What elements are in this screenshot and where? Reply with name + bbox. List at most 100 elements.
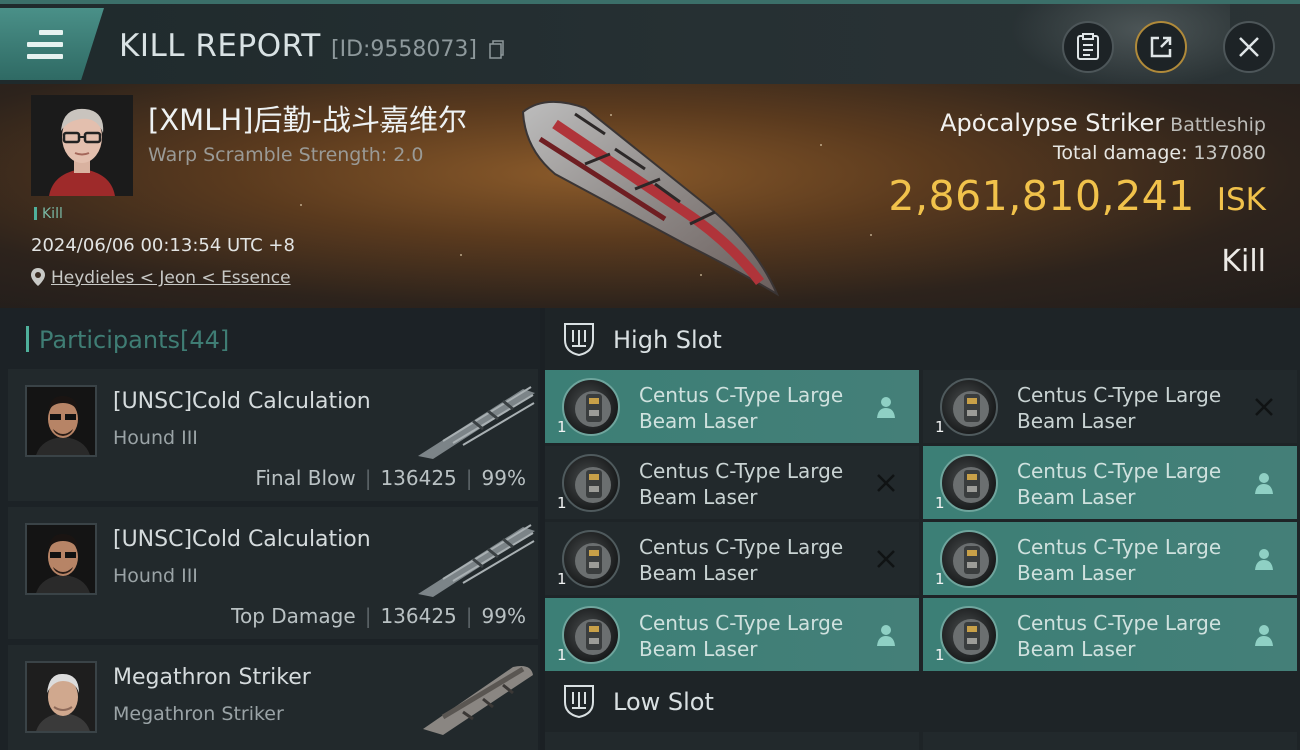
beam-laser-icon bbox=[940, 530, 998, 588]
participant-stats: Top Damage | 136425 | 99% bbox=[231, 604, 526, 628]
module-slot[interactable]: 1 Centus C-Type Large Beam Laser bbox=[923, 446, 1297, 519]
participant-name: [UNSC]Cold Calculation bbox=[113, 389, 371, 414]
module-name-line2: Beam Laser bbox=[639, 409, 758, 433]
module-name: Centus C-Type Large Beam Laser bbox=[1017, 534, 1257, 586]
module-quantity: 1 bbox=[557, 570, 567, 588]
high-slot-label: High Slot bbox=[613, 326, 722, 354]
module-name: Centus C-Type Large Beam Laser bbox=[1017, 382, 1257, 434]
module-slot[interactable]: 1 Centus C-Type Large Beam Laser bbox=[545, 446, 919, 519]
participant-ship: Megathron Striker bbox=[113, 703, 284, 725]
copy-icon[interactable] bbox=[489, 40, 505, 60]
participant-card[interactable]: Megathron Striker Megathron Striker bbox=[8, 645, 538, 750]
module-slot[interactable]: 1 Centus C-Type Large Beam Laser bbox=[923, 522, 1297, 595]
destroyed-x-icon bbox=[877, 550, 895, 568]
participant-avatar bbox=[25, 523, 97, 595]
victim-ship-name[interactable]: Apocalypse Striker Battleship bbox=[940, 109, 1266, 137]
low-slot-header: Low Slot bbox=[545, 670, 1300, 732]
participant-damage: 136425 bbox=[380, 604, 457, 628]
victim-name[interactable]: [XMLH]后勤-战斗嘉维尔 bbox=[148, 97, 467, 139]
result-label: Kill bbox=[1221, 244, 1266, 279]
module-quantity: 1 bbox=[935, 494, 945, 512]
module-slot[interactable]: 1 Centus C-Type Large Beam Laser bbox=[923, 370, 1297, 443]
module-quantity: 1 bbox=[935, 646, 945, 664]
beam-laser-icon bbox=[562, 606, 620, 664]
victim-ship-image bbox=[521, 100, 780, 297]
dropped-person-icon bbox=[1255, 473, 1273, 494]
ship-class: Battleship bbox=[1170, 114, 1266, 136]
low-slot-icon bbox=[564, 685, 594, 718]
dropped-person-icon bbox=[877, 625, 895, 646]
participant-ship-image bbox=[418, 386, 535, 459]
module-name: Centus C-Type Large Beam Laser bbox=[639, 382, 879, 434]
high-slot-icon bbox=[564, 323, 594, 356]
participant-percent: 99% bbox=[481, 604, 526, 628]
participant-ship-image bbox=[423, 666, 533, 735]
module-name-line2: Beam Laser bbox=[1017, 485, 1136, 509]
hamburger-icon bbox=[27, 30, 63, 60]
high-slot-header: High Slot bbox=[545, 308, 1300, 370]
kill-badge-label: Kill bbox=[42, 206, 63, 222]
low-slot-label: Low Slot bbox=[613, 688, 714, 716]
report-id: [ID:9558073] bbox=[331, 37, 477, 62]
beam-laser-icon bbox=[562, 378, 620, 436]
close-button[interactable] bbox=[1223, 21, 1275, 73]
location-link[interactable]: Heydieles < Jeon < Essence bbox=[51, 268, 291, 288]
planet-backdrop bbox=[1010, 4, 1230, 88]
participants-panel: Participants[44] [UNSC]Cold Calculation … bbox=[0, 308, 540, 750]
destroyed-x-icon bbox=[877, 474, 895, 492]
destroyed-x-icon bbox=[1255, 398, 1273, 416]
module-name-line1: Centus C-Type Large bbox=[639, 459, 844, 483]
participant-card[interactable]: [UNSC]Cold Calculation Hound III Top Dam… bbox=[8, 507, 538, 639]
module-slot[interactable]: 1 Centus C-Type Large Beam Laser bbox=[923, 598, 1297, 671]
low-slot-module-partial[interactable] bbox=[923, 732, 1297, 750]
module-quantity: 1 bbox=[557, 646, 567, 664]
participant-card[interactable]: [UNSC]Cold Calculation Hound III Final B… bbox=[8, 369, 538, 501]
participant-ship: Hound III bbox=[113, 427, 198, 449]
title-bar: KILL REPORT [ID:9558073] bbox=[0, 0, 1300, 88]
fitting-panel: High Slot 1 Centus C-Type Large Beam Laser… bbox=[545, 308, 1300, 750]
dropped-person-icon bbox=[1255, 549, 1273, 570]
share-button[interactable] bbox=[1135, 21, 1187, 73]
participant-ship-image bbox=[418, 524, 535, 597]
module-name: Centus C-Type Large Beam Laser bbox=[639, 534, 879, 586]
module-name: Centus C-Type Large Beam Laser bbox=[639, 458, 879, 510]
module-name-line1: Centus C-Type Large bbox=[1017, 611, 1222, 635]
participant-ship: Hound III bbox=[113, 565, 198, 587]
module-name: Centus C-Type Large Beam Laser bbox=[1017, 610, 1257, 662]
ship-name-label: Apocalypse Striker bbox=[940, 109, 1165, 137]
module-slot[interactable]: 1 Centus C-Type Large Beam Laser bbox=[545, 370, 919, 443]
participant-role: Final Blow bbox=[255, 466, 356, 490]
participant-damage: 136425 bbox=[380, 466, 457, 490]
victim-banner: [XMLH]后勤-战斗嘉维尔 Warp Scramble Strength: 2… bbox=[0, 84, 1300, 308]
close-icon bbox=[1239, 37, 1259, 57]
total-damage: Total damage: 137080 bbox=[1053, 142, 1266, 164]
module-name-line1: Centus C-Type Large bbox=[1017, 459, 1222, 483]
module-name: Centus C-Type Large Beam Laser bbox=[1017, 458, 1257, 510]
kill-badge: Kill bbox=[34, 206, 63, 222]
dropped-person-icon bbox=[877, 397, 895, 418]
module-name-line2: Beam Laser bbox=[1017, 637, 1136, 661]
total-damage-value: 137080 bbox=[1193, 142, 1266, 164]
menu-button[interactable] bbox=[0, 8, 104, 80]
warp-scramble-strength: Warp Scramble Strength: 2.0 bbox=[148, 144, 424, 166]
module-slot[interactable]: 1 Centus C-Type Large Beam Laser bbox=[545, 522, 919, 595]
module-name-line1: Centus C-Type Large bbox=[639, 535, 844, 559]
beam-laser-icon bbox=[562, 530, 620, 588]
module-name-line2: Beam Laser bbox=[1017, 409, 1136, 433]
kill-location[interactable]: Heydieles < Jeon < Essence bbox=[31, 268, 291, 288]
module-name-line2: Beam Laser bbox=[639, 561, 758, 585]
clipboard-icon bbox=[1077, 33, 1099, 60]
module-quantity: 1 bbox=[935, 418, 945, 436]
participant-stats: Final Blow | 136425 | 99% bbox=[255, 466, 526, 490]
participant-name: Megathron Striker bbox=[113, 665, 311, 690]
module-quantity: 1 bbox=[935, 570, 945, 588]
module-name-line1: Centus C-Type Large bbox=[1017, 535, 1222, 559]
participant-percent: 99% bbox=[481, 466, 526, 490]
beam-laser-icon bbox=[940, 454, 998, 512]
participant-role: Top Damage bbox=[231, 604, 356, 628]
clipboard-button[interactable] bbox=[1062, 21, 1114, 73]
module-slot[interactable]: 1 Centus C-Type Large Beam Laser bbox=[545, 598, 919, 671]
low-slot-module-partial[interactable] bbox=[545, 732, 919, 750]
module-name-line2: Beam Laser bbox=[1017, 561, 1136, 585]
victim-portrait[interactable] bbox=[31, 95, 133, 196]
